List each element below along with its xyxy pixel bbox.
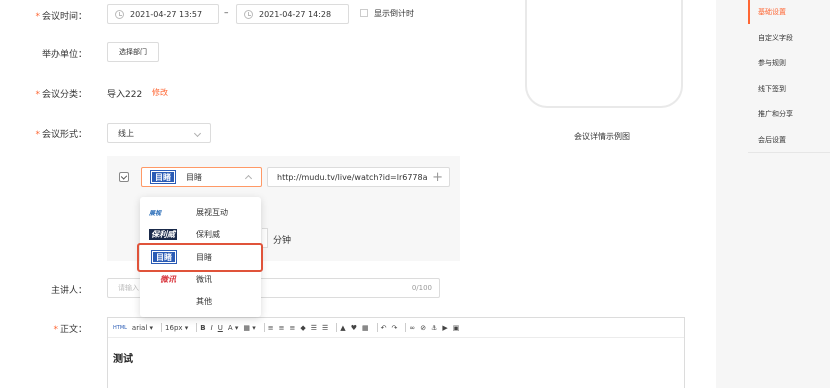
speaker-counter: 0/100 [411, 284, 432, 292]
polyv-logo-icon: 保利威 [149, 228, 177, 240]
editor-content[interactable]: 测试 [108, 338, 684, 365]
font-size-select[interactable]: 16px ▾ [165, 324, 188, 332]
html-source-button[interactable]: HTML [113, 325, 127, 331]
font-color-icon[interactable]: A ▾ [228, 324, 239, 332]
dropdown-item-polyv[interactable]: 保利威 保利威 [140, 223, 261, 245]
category-edit-link[interactable]: 修改 [152, 87, 168, 98]
redo-icon[interactable]: ↷ [391, 324, 397, 332]
platform-select[interactable]: 目睹 目睹 [141, 167, 262, 187]
mudu-logo-icon: 目睹 [150, 170, 176, 184]
align-center-icon[interactable]: ≡ [279, 324, 285, 332]
ordered-list-icon[interactable]: ☰ [311, 324, 317, 332]
chevron-down-icon [193, 129, 202, 137]
body-label: * 正文： [53, 325, 87, 335]
nav-item-basic[interactable]: 基础设置 [758, 7, 786, 17]
align-right-icon[interactable]: ≡ [289, 324, 295, 332]
weixun-logo-icon: 微讯 [160, 274, 176, 284]
host-org-label: 举办单位： [41, 50, 87, 60]
meeting-time-label: * 会议时间： [35, 12, 87, 22]
table-icon[interactable]: ▦ [362, 324, 369, 332]
time-separator: – [224, 8, 229, 18]
italic-icon[interactable]: I [211, 324, 213, 332]
format-label: * 会议形式： [35, 130, 87, 140]
right-sidebar-nav: 基础设置 自定义字段 参与规则 线下签到 推广和分享 会后设置 [716, 0, 830, 388]
nav-item-checkin[interactable]: 线下签到 [758, 84, 786, 94]
font-family-select[interactable]: arial ▾ [132, 324, 153, 332]
bold-icon[interactable]: B [200, 324, 205, 332]
highlight-box [137, 243, 263, 272]
editor-toolbar: HTML arial ▾ 16px ▾ B I U A ▾ ▦ ▾ ≡ ≡ ≡ … [108, 318, 684, 338]
rich-text-editor[interactable]: HTML arial ▾ 16px ▾ B I U A ▾ ▦ ▾ ≡ ≡ ≡ … [107, 317, 685, 388]
undo-icon[interactable]: ↶ [381, 324, 387, 332]
preview-phone-frame [525, 0, 683, 108]
speaker-label: 主讲人： [50, 286, 87, 296]
nav-item-rules[interactable]: 参与规则 [758, 58, 786, 68]
nav-item-after[interactable]: 会后设置 [758, 135, 786, 145]
preview-caption: 会议详情示例图 [574, 132, 630, 141]
unlink-icon[interactable]: ⊘ [420, 324, 426, 332]
nav-divider [748, 152, 830, 153]
live-url-input[interactable]: http://mudu.tv/live/watch?id=lr6778a + [267, 167, 450, 187]
clock-icon [244, 9, 253, 19]
start-time-input[interactable]: 2021-04-27 13:57 [107, 4, 219, 24]
dropdown-item-other[interactable]: 其他 [140, 290, 261, 312]
plus-icon[interactable]: + [432, 170, 443, 185]
end-time-input[interactable]: 2021-04-27 14:28 [236, 4, 349, 24]
countdown-checkbox[interactable] [360, 9, 368, 17]
nav-item-share[interactable]: 推广和分享 [758, 109, 793, 119]
image-icon[interactable]: ▲ [340, 324, 345, 332]
clock-icon [115, 9, 124, 19]
dropdown-item-zhanshi[interactable]: 展视 展视互动 [140, 201, 261, 223]
link-icon[interactable]: ∞ [409, 324, 415, 332]
category-value: 导入222 [107, 90, 143, 100]
align-left-icon[interactable]: ≡ [268, 324, 274, 332]
unordered-list-icon[interactable]: ☰ [322, 324, 328, 332]
nav-item-custom-fields[interactable]: 自定义字段 [758, 33, 793, 43]
background-color-icon[interactable]: ▦ ▾ [243, 324, 255, 332]
underline-icon[interactable]: U [218, 324, 223, 332]
anchor-icon[interactable]: ⚓ [431, 324, 437, 332]
emoji-icon[interactable]: ♥ [351, 324, 357, 332]
category-label: * 会议分类： [35, 90, 87, 100]
live-checkbox[interactable] [119, 172, 129, 182]
countdown-label: 显示倒计时 [374, 9, 414, 18]
select-department-button[interactable]: 选择部门 [107, 42, 159, 62]
paint-icon[interactable]: ◆ [300, 324, 305, 332]
format-select[interactable]: 线上 [107, 123, 211, 143]
zhanshi-logo-icon: 展视 [149, 209, 162, 217]
video-icon[interactable]: ▶ [442, 324, 447, 332]
minutes-label: 分钟 [273, 236, 292, 246]
picture-icon[interactable]: ▣ [453, 324, 460, 332]
chevron-up-icon [244, 174, 253, 183]
active-indicator [748, 0, 750, 24]
